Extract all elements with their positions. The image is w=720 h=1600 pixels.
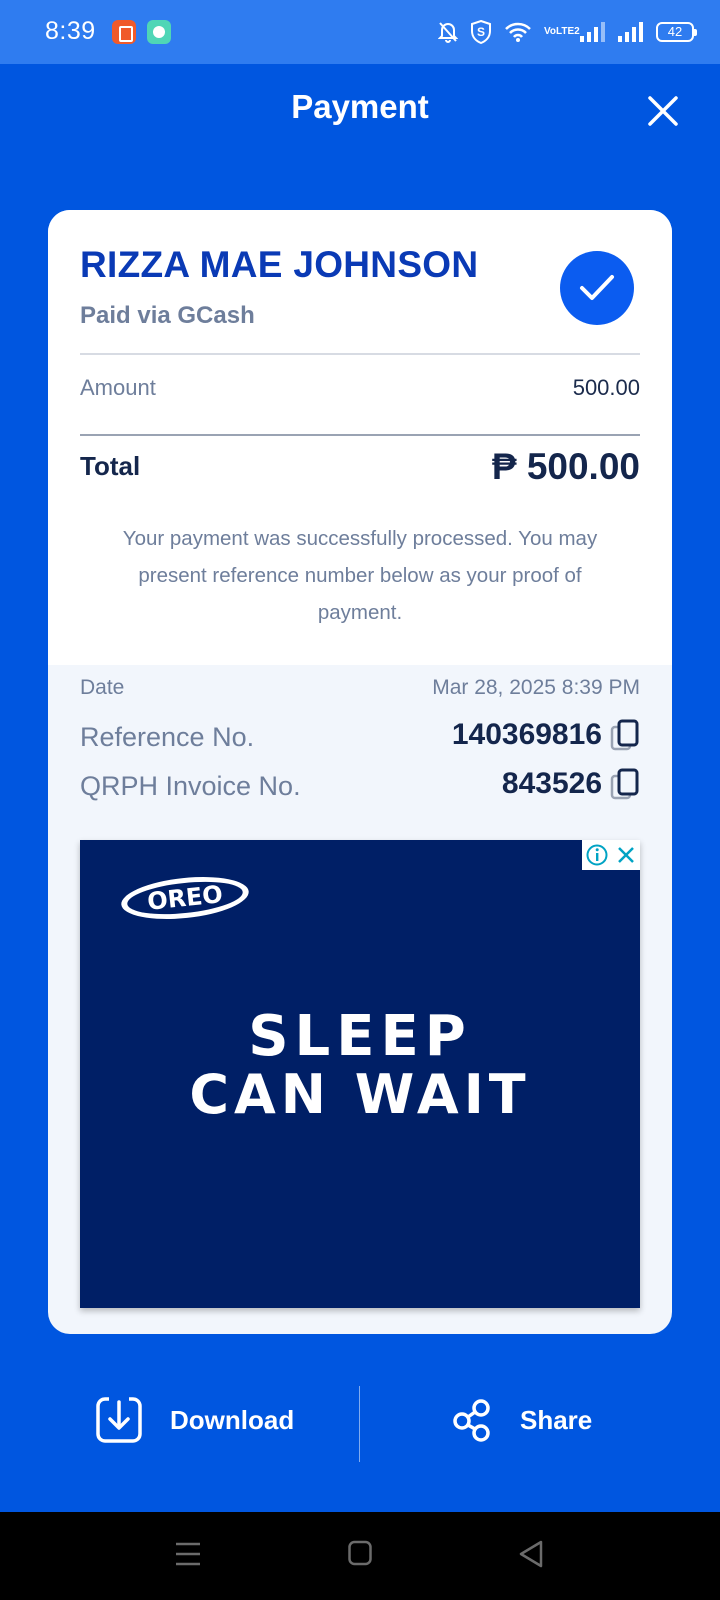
invoice-label: QRPH Invoice No. — [80, 771, 301, 801]
ad-controls — [582, 840, 640, 870]
home-icon[interactable] — [348, 1540, 372, 1566]
bell-muted-icon — [438, 22, 458, 43]
copy-icon[interactable] — [610, 719, 640, 751]
divider — [80, 353, 640, 355]
success-check-icon — [560, 251, 634, 325]
ad-headline-line2: CAN WAIT — [189, 1063, 531, 1126]
amount-label: Amount — [80, 375, 156, 400]
volte-label: VoLTE2 — [544, 26, 580, 37]
oreo-logo: OREO — [121, 877, 249, 919]
copy-icon[interactable] — [610, 768, 640, 800]
success-message: Your payment was successfully processed.… — [122, 527, 598, 624]
invoice-value[interactable]: 843526 — [502, 767, 602, 801]
reference-value[interactable]: 140369816 — [452, 718, 602, 752]
action-bar: Download Share — [0, 1370, 720, 1470]
signal-icon — [580, 22, 605, 42]
ad-headline: SLEEP CAN WAIT — [80, 1008, 640, 1124]
receipt-card: RIZZA MAE JOHNSON Paid via GCash Amount … — [48, 210, 672, 1334]
wifi-icon — [505, 22, 531, 42]
messenger-app-icon — [147, 20, 171, 44]
svg-text:S: S — [477, 25, 485, 39]
advertisement-banner[interactable]: OREO SLEEP CAN WAIT — [80, 840, 640, 1308]
date-value: Mar 28, 2025 8:39 PM — [432, 676, 640, 699]
share-button[interactable]: Share — [452, 1370, 592, 1470]
amount-value: 500.00 — [572, 375, 640, 400]
action-divider — [359, 1386, 360, 1462]
download-label: Download — [170, 1404, 295, 1435]
date-label: Date — [80, 676, 125, 699]
divider — [80, 434, 640, 436]
total-value: ₱ 500.00 — [491, 446, 640, 487]
ad-info-icon[interactable] — [582, 840, 611, 870]
status-bar: 8:39 S VoLTE2 42 — [0, 0, 720, 64]
status-time: 8:39 — [45, 17, 96, 45]
system-nav-bar — [0, 1512, 720, 1600]
status-icons: S VoLTE2 42 — [438, 16, 697, 48]
total-label: Total — [80, 451, 141, 481]
back-icon[interactable] — [518, 1540, 544, 1568]
signal-icon — [618, 22, 643, 42]
ad-close-icon[interactable] — [611, 840, 640, 870]
payee-name: RIZZA MAE JOHNSON — [80, 244, 479, 285]
shield-icon: S — [471, 20, 491, 44]
close-icon[interactable] — [646, 94, 680, 128]
ad-headline-line1: SLEEP — [248, 1004, 472, 1069]
download-button[interactable]: Download — [96, 1370, 294, 1470]
share-label: Share — [520, 1404, 593, 1435]
menu-icon[interactable] — [175, 1540, 201, 1568]
share-icon — [453, 1399, 490, 1442]
battery-icon: 42 — [656, 22, 697, 42]
shopee-app-icon — [112, 20, 136, 44]
receipt-summary: RIZZA MAE JOHNSON Paid via GCash Amount … — [48, 210, 672, 665]
page-title: Payment — [291, 88, 429, 125]
download-icon — [96, 1397, 142, 1443]
reference-label: Reference No. — [80, 722, 255, 752]
payment-method: Paid via GCash — [80, 302, 255, 329]
